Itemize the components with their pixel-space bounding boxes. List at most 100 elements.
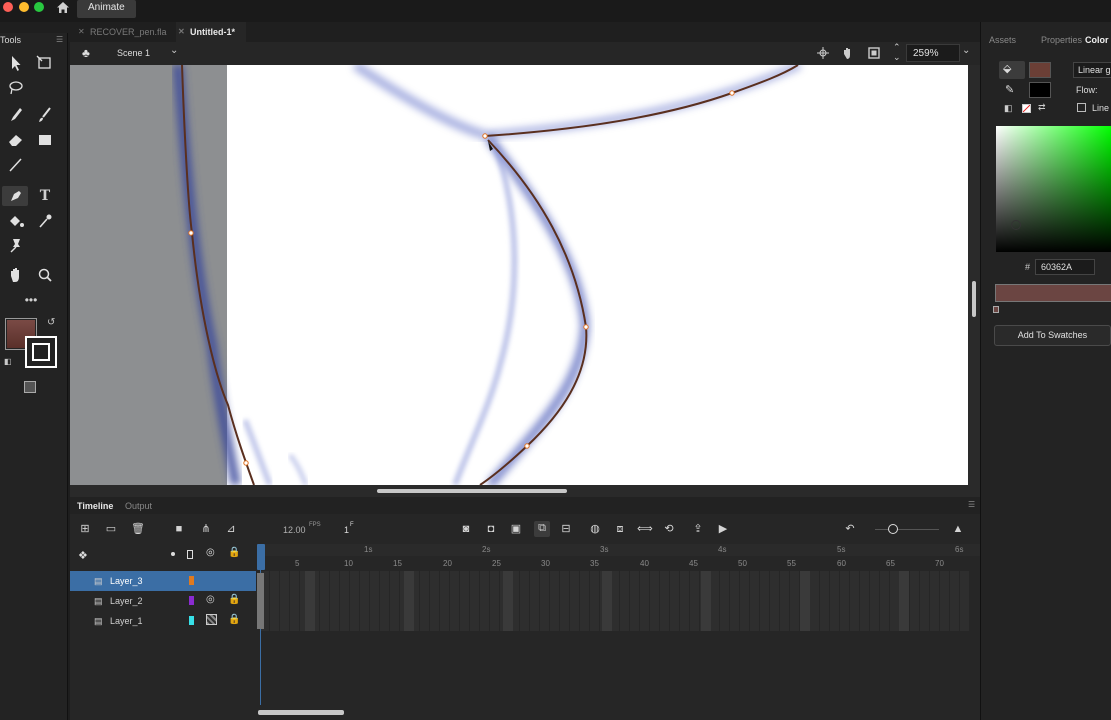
undo-icon[interactable]: ↶	[843, 522, 857, 536]
zoom-stepper-icon[interactable]: ⌃ ⌄	[893, 42, 901, 62]
minimize-window-button[interactable]	[19, 2, 29, 12]
vertical-scroll-thumb[interactable]	[972, 281, 976, 317]
insert-blank-keyframe-icon[interactable]: ◘	[484, 522, 498, 536]
rectangle-tool-icon[interactable]	[34, 130, 56, 150]
hex-input[interactable]: 60362A	[1035, 259, 1095, 275]
swap-colors-icon[interactable]: ⇄	[1038, 102, 1046, 113]
outline-layers-icon[interactable]	[187, 550, 193, 559]
time-ruler[interactable]: 1s 2s 3s 4s 5s 6s	[260, 544, 980, 556]
new-layer-icon[interactable]: ⊞	[78, 522, 92, 536]
default-colors-icon[interactable]: ◧	[1004, 103, 1013, 114]
color-picker-cursor[interactable]	[1011, 220, 1021, 230]
tab-timeline[interactable]: Timeline	[77, 501, 113, 511]
doc-tab-recover[interactable]: ✕ RECOVER_pen.fla	[76, 22, 168, 42]
swap-colors-icon[interactable]: ↺	[47, 317, 55, 328]
free-transform-tool-icon[interactable]	[34, 53, 56, 73]
layer-color-chip[interactable]	[189, 616, 194, 625]
stage-horizontal-scrollbar[interactable]	[70, 485, 980, 497]
no-color-icon[interactable]	[1022, 104, 1031, 113]
timeline-menu-icon[interactable]: ☰	[968, 500, 975, 509]
paint-bucket-tool-icon[interactable]	[5, 211, 27, 231]
stroke-swatch[interactable]	[1029, 82, 1051, 98]
scene-dropdown-icon[interactable]: ⌄	[170, 45, 178, 56]
center-stage-icon[interactable]	[817, 47, 829, 59]
color-picker-field[interactable]	[996, 126, 1111, 252]
fit-timeline-icon[interactable]: ▲	[951, 522, 965, 536]
remove-frame-icon[interactable]: ⊟	[559, 522, 573, 536]
fill-swatch[interactable]	[1029, 62, 1051, 78]
fill-bucket-icon[interactable]: ⬙	[1003, 62, 1011, 75]
close-window-button[interactable]	[3, 2, 13, 12]
object-drawing-icon[interactable]	[24, 381, 36, 393]
tab-output[interactable]: Output	[125, 501, 152, 511]
layer-parenting-icon[interactable]: ⋔	[199, 522, 213, 536]
lasso-tool-icon[interactable]	[5, 78, 27, 98]
add-to-swatches-button[interactable]: Add To Swatches	[994, 325, 1111, 346]
auto-keyframe-icon[interactable]: ⧉	[534, 521, 550, 537]
hand-tool-icon[interactable]	[5, 265, 27, 285]
tab-color[interactable]: Color	[1085, 35, 1109, 45]
layer-row-1[interactable]: ▤ Layer_1 🔒	[70, 611, 256, 631]
app-name-tab[interactable]: Animate	[77, 0, 136, 18]
create-tween-icon[interactable]: ⟺	[637, 522, 653, 536]
tab-properties[interactable]: Properties	[1041, 35, 1082, 45]
highlight-layers-icon[interactable]	[171, 552, 175, 556]
selection-tool-icon[interactable]	[5, 53, 27, 73]
eyedropper-tool-icon[interactable]	[34, 211, 56, 231]
layer-row-2[interactable]: ▤ Layer_2 ◎ 🔒	[70, 591, 256, 611]
timeline-scroll-thumb[interactable]	[258, 710, 344, 715]
zoom-dropdown-icon[interactable]: ⌄	[962, 45, 970, 56]
loop-icon[interactable]: ⇪	[691, 522, 705, 536]
insert-keyframe-icon[interactable]: ◙	[459, 522, 473, 536]
linear-rgb-checkbox[interactable]	[1077, 103, 1086, 112]
keyframe-column[interactable]	[257, 573, 264, 629]
scene-label[interactable]: Scene 1	[117, 48, 150, 58]
maximize-window-button[interactable]	[34, 2, 44, 12]
paint-brush-tool-icon[interactable]	[5, 105, 27, 125]
hidden-icon[interactable]: ◎	[206, 594, 215, 605]
tween-options-icon[interactable]: ⟲	[662, 522, 676, 536]
lock-icon[interactable]: 🔒	[228, 614, 240, 625]
edit-multiple-frames-icon[interactable]: ⧈	[613, 522, 627, 536]
brush-tool-icon[interactable]	[34, 105, 56, 125]
gradient-stop[interactable]	[993, 306, 999, 313]
delete-layer-icon[interactable]: 🗑	[131, 522, 145, 536]
frame-ruler[interactable]: 5 10 15 20 25 30 35 40 45 50 55 60 65 70	[260, 557, 980, 570]
horizontal-scroll-thumb[interactable]	[377, 489, 567, 493]
zoom-tool-icon[interactable]	[34, 265, 56, 285]
panel-menu-icon[interactable]: ☰	[56, 35, 63, 44]
default-colors-icon[interactable]: ◧	[4, 357, 12, 366]
close-tab-icon[interactable]: ✕	[178, 22, 185, 42]
onion-skin-icon[interactable]: ◍	[588, 522, 602, 536]
fps-value[interactable]: 12.00	[283, 525, 306, 535]
layer-name[interactable]: Layer_1	[110, 616, 143, 626]
stage-artwork[interactable]	[70, 65, 968, 485]
layer-color-chip[interactable]	[189, 596, 194, 605]
doc-tab-untitled[interactable]: ✕ Untitled-1*	[176, 22, 246, 42]
frame-grid[interactable]	[260, 571, 970, 631]
new-folder-icon[interactable]: ▭	[104, 522, 118, 536]
layer-row-3[interactable]: ▤ Layer_3	[70, 571, 256, 591]
timeline-zoom-slider[interactable]	[888, 524, 898, 534]
pen-tool-icon[interactable]	[5, 186, 27, 206]
rotate-stage-icon[interactable]	[841, 46, 855, 60]
gradient-preview-bar[interactable]	[995, 284, 1111, 302]
camera-icon[interactable]: ■	[172, 522, 186, 536]
insert-frame-icon[interactable]: ▣	[509, 522, 523, 536]
gradient-type-select[interactable]: Linear g	[1073, 62, 1111, 78]
line-tool-icon[interactable]	[5, 155, 27, 175]
pin-tool-icon[interactable]	[5, 235, 27, 255]
outline-icon[interactable]	[206, 614, 217, 625]
lock-icon[interactable]: 🔒	[228, 594, 240, 605]
text-tool-icon[interactable]: T	[34, 186, 56, 206]
home-icon[interactable]	[56, 1, 70, 14]
playhead-handle[interactable]	[257, 544, 265, 570]
stroke-pencil-icon[interactable]: ✎	[1005, 83, 1014, 96]
eraser-tool-icon[interactable]	[5, 130, 27, 150]
stroke-color-swatch[interactable]	[25, 336, 57, 368]
tab-assets[interactable]: Assets	[989, 35, 1016, 45]
zoom-input[interactable]: 259%	[906, 44, 960, 62]
layer-name[interactable]: Layer_3	[110, 576, 143, 586]
more-tools-icon[interactable]: •••	[20, 290, 42, 310]
clip-content-icon[interactable]	[868, 47, 880, 59]
